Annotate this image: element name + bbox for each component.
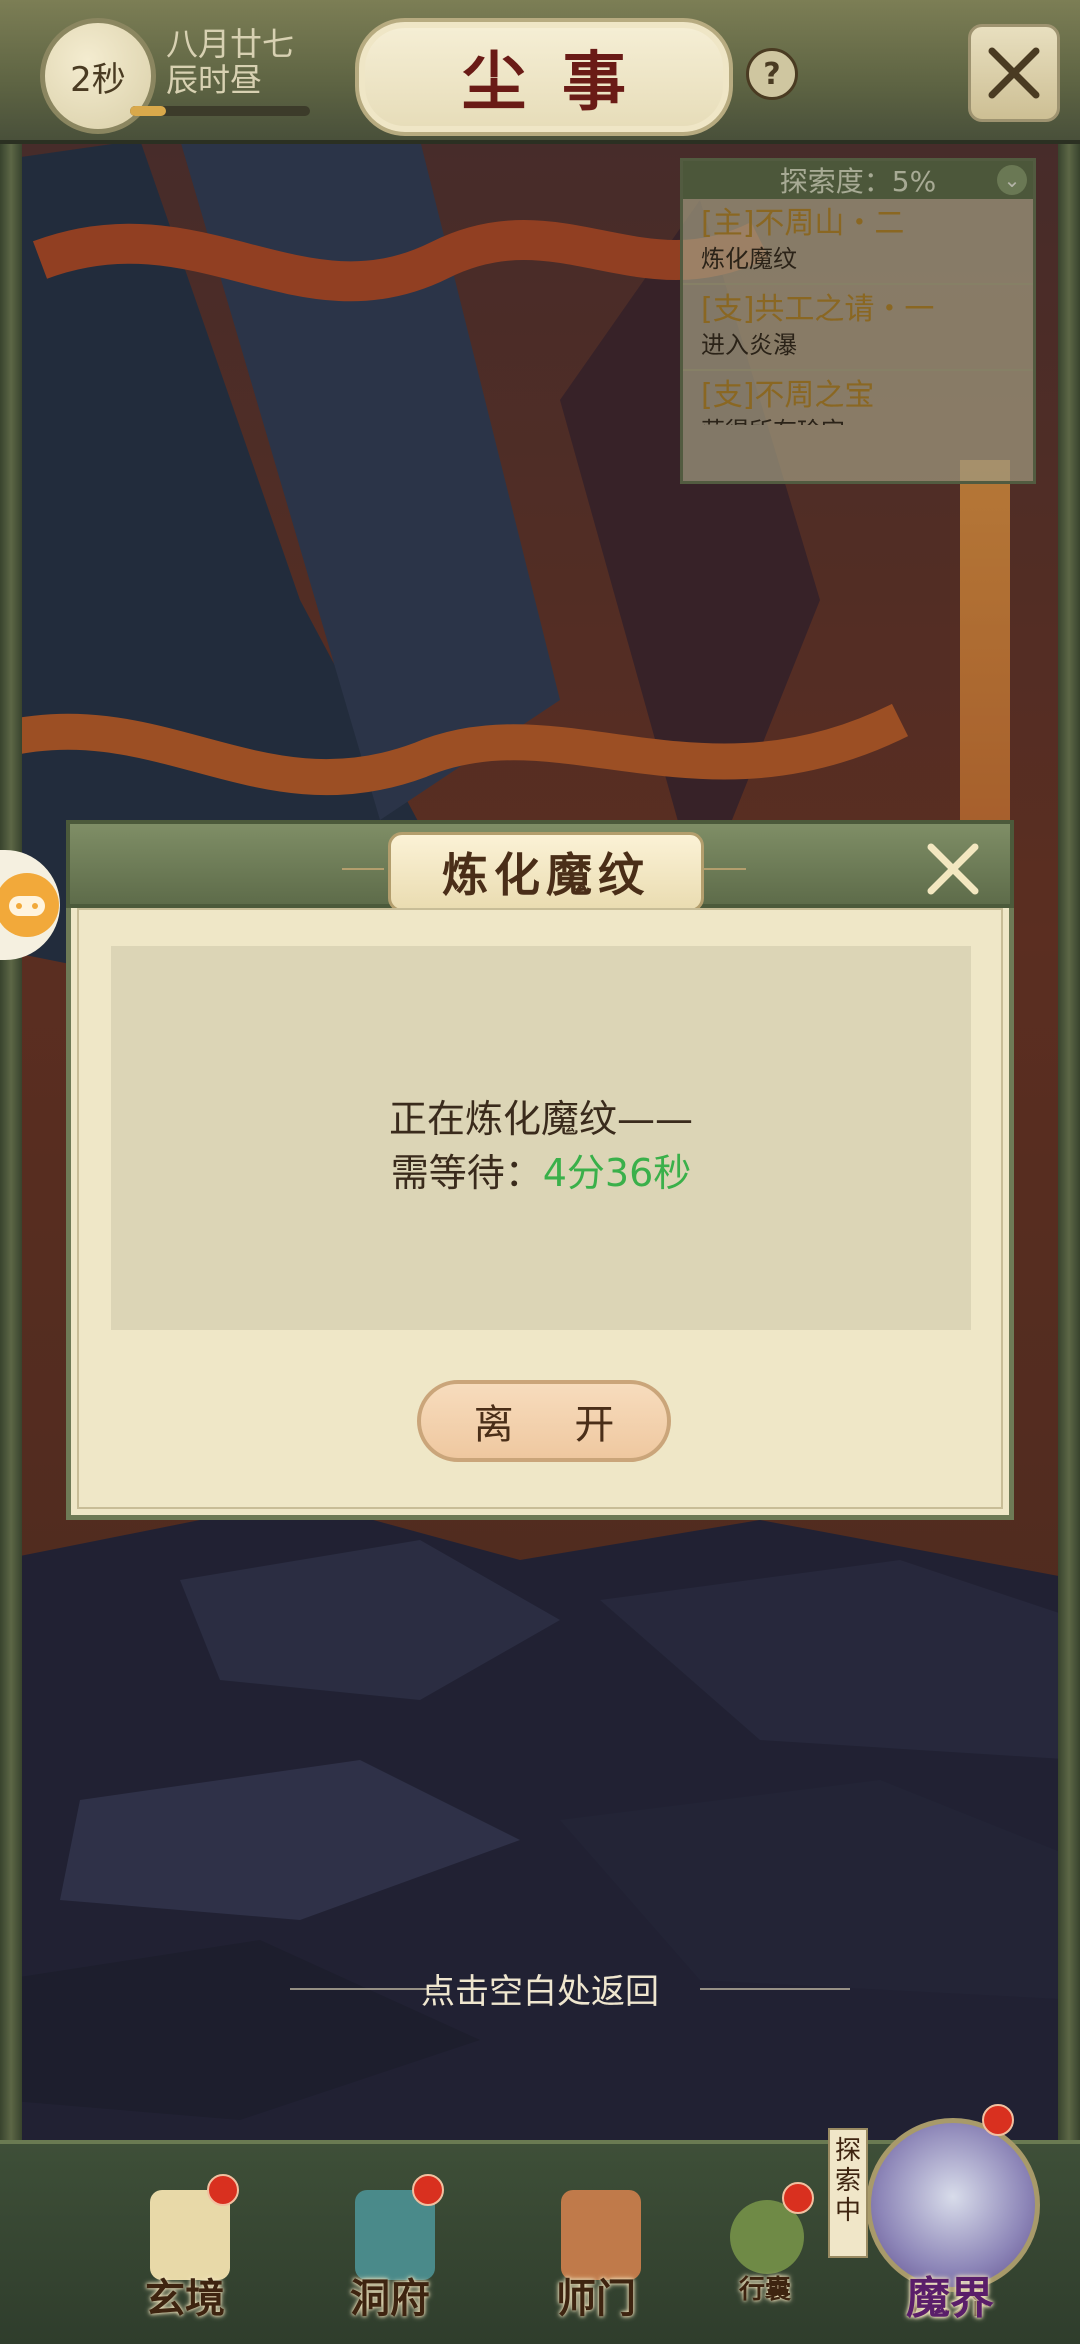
tap-blank-to-return-hint: 点击空白处返回	[421, 1972, 659, 2012]
wait-label: 需等待：	[390, 1151, 543, 1195]
nav-label: 师门	[556, 2275, 636, 2322]
game-date-line2: 辰时昼	[166, 61, 263, 99]
hint-ornament-right	[700, 1988, 850, 1990]
notification-dot	[782, 2182, 814, 2214]
notification-dot	[207, 2174, 239, 2206]
nav-label-mojie: 魔界	[906, 2273, 994, 2324]
nav-label: 行囊	[738, 2275, 791, 2305]
wait-time-line: 需等待：4分36秒	[111, 1142, 971, 1197]
game-date: 八月廿七 辰时昼	[166, 26, 294, 98]
page-title-plate: 尘事	[355, 18, 733, 136]
time-progress-bar	[130, 106, 310, 116]
title-ornament-left	[342, 868, 384, 870]
crossed-swords-close-icon	[988, 47, 1040, 99]
dialog-title-plate: 炼化魔纹	[388, 832, 704, 912]
wait-countdown: 4分36秒	[542, 1151, 692, 1195]
nav-item-dongfu[interactable]: 洞府	[320, 2160, 460, 2330]
help-button[interactable]: ?	[746, 48, 798, 100]
refine-dialog: 炼化魔纹 正在炼化魔纹—— 需等待：4分36秒 离 开	[66, 820, 1014, 1520]
nav-item-xuanjing[interactable]: 玄境	[115, 2160, 255, 2330]
leave-button[interactable]: 离 开	[417, 1380, 671, 1462]
nav-label: 玄境	[145, 2275, 225, 2322]
dialog-title: 炼化魔纹	[442, 848, 650, 902]
timer-text: 2秒	[70, 59, 126, 100]
nav-item-xingnang[interactable]: 行囊	[700, 2160, 830, 2330]
timer-indicator: 2秒	[40, 18, 156, 134]
notification-dot	[412, 2174, 444, 2206]
game-date-line1: 八月廿七	[166, 25, 295, 63]
dialog-body: 正在炼化魔纹—— 需等待：4分36秒 离 开	[66, 908, 1014, 1520]
page-title: 尘事	[462, 45, 662, 120]
exploring-tag: 探索中	[828, 2128, 868, 2258]
title-ornament-right	[704, 868, 746, 870]
top-bar: 2秒 八月廿七 辰时昼 尘事 ?	[0, 0, 1080, 144]
nav-item-shimen[interactable]: 师门	[526, 2160, 666, 2330]
nav-label: 洞府	[350, 2275, 430, 2322]
top-close-button[interactable]	[968, 24, 1060, 122]
refining-status: 正在炼化魔纹——	[388, 1097, 693, 1141]
dialog-close-button[interactable]	[918, 834, 988, 904]
message-box: 正在炼化魔纹—— 需等待：4分36秒	[111, 946, 971, 1330]
dialog-header: 炼化魔纹	[66, 820, 1014, 912]
crossed-swords-close-icon	[927, 843, 979, 895]
gamepad-icon	[0, 873, 59, 937]
notification-dot	[982, 2104, 1014, 2136]
